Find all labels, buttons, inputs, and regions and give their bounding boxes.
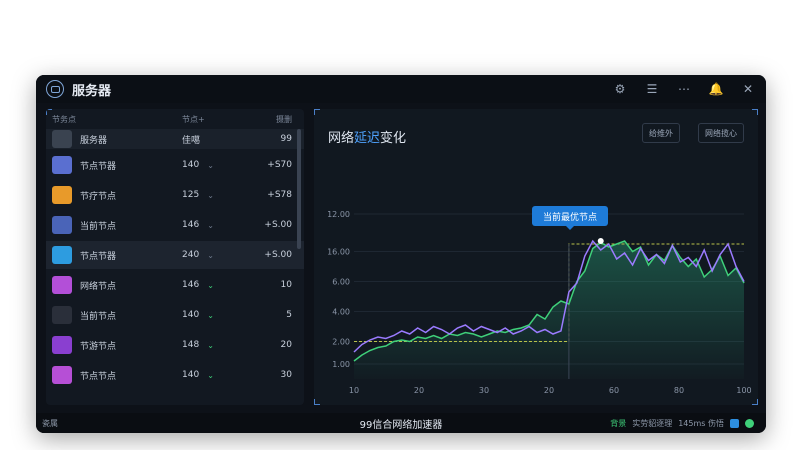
node-count: 140 — [182, 310, 200, 320]
bell-icon[interactable]: 🔔 — [706, 79, 726, 99]
more-icon[interactable]: ⋯ — [674, 79, 694, 99]
delay-value: +S78 — [267, 190, 292, 200]
coin-icon — [52, 186, 72, 204]
status-bar: 瓷属 99信合网络加速器 背景 实劳貂逐理 145ms 伤悟 — [36, 413, 766, 433]
server-name: 节疗节点 — [80, 191, 117, 202]
y-tick-label: 4.00 — [332, 308, 350, 317]
delay-value: 5 — [286, 310, 292, 320]
server-row[interactable]: 当前节点 140 ⌄ 5 — [46, 301, 304, 329]
status-blue-icon[interactable] — [730, 418, 739, 428]
y-tick-label: 1.00 — [332, 360, 350, 369]
server-name: 服务器 — [80, 135, 108, 146]
latency-chart-panel: 网络延迟变化 给维外 网络揽心 1.00 2.00 4.00 6.00 16.00 12.… — [314, 109, 758, 405]
status-connection: 背景 — [610, 418, 627, 428]
x-tick-label: 30 — [479, 386, 489, 395]
node-count: 125 — [182, 190, 200, 200]
latency-chart: 1.00 2.00 4.00 6.00 16.00 12.00 10 20 30 20 60 80 10… — [327, 210, 752, 395]
server-name: 节点节器 — [80, 161, 117, 172]
x-tick-label: 20 — [544, 386, 554, 395]
node-count: 146 — [182, 220, 200, 230]
chevron-down-icon[interactable]: ⌄ — [207, 371, 214, 380]
chevron-down-icon[interactable]: ⌄ — [207, 161, 214, 170]
node-count: 140 — [182, 370, 200, 380]
server-name: 当前节点 — [80, 221, 117, 232]
delay-value: 99 — [280, 134, 292, 144]
monitor-icon — [52, 246, 72, 264]
y-tick-label: 6.00 — [332, 278, 350, 287]
server-row[interactable]: 节疗节点 125 ⌄ +S78 — [46, 181, 304, 209]
best-node-tooltip: 当前最优节点 — [532, 206, 608, 230]
server-list-header: 节务点 节点+ 摄删 — [52, 114, 292, 124]
server-row[interactable]: 网络节点 146 ⌄ 10 — [46, 271, 304, 299]
delay-value: 10 — [280, 280, 292, 290]
pen-icon — [52, 366, 72, 384]
delay-value: +S70 — [267, 160, 292, 170]
node-count: 140 — [182, 160, 200, 170]
server-icon — [52, 156, 72, 174]
server-name: 节点节器 — [80, 251, 117, 262]
server-list-panel: 节务点 节点+ 摄删 服务器 佳噶 99 节点节器 140 ⌄ +S70 节疗节点 125 ⌄ +S… — [46, 109, 304, 405]
y-tick-label: 16.00 — [327, 248, 350, 257]
chevron-down-icon[interactable]: ⌄ — [207, 191, 214, 200]
chevron-down-icon[interactable]: ⌄ — [207, 341, 214, 350]
server-name: 网络节点 — [80, 281, 117, 292]
app-window: 服务器 ⚙ ☰ ⋯ 🔔 ✕ 节务点 节点+ 摄删 服务器 佳噶 99 节点节器 140 ⌄… — [36, 75, 766, 433]
status-green-icon[interactable] — [745, 418, 754, 428]
list-scrollbar[interactable] — [297, 129, 301, 249]
title-bar: 服务器 ⚙ ☰ ⋯ 🔔 ✕ — [36, 75, 766, 103]
server-row[interactable]: 节点节器 240 ⌄ +S.00 — [46, 241, 304, 269]
latency-area — [354, 241, 744, 379]
delay-value: 30 — [280, 370, 292, 380]
delay-value: +S.00 — [264, 250, 292, 260]
server-row[interactable]: 当前节点 146 ⌄ +S.00 — [46, 211, 304, 239]
settings-icon[interactable]: ⚙ — [610, 79, 630, 99]
delay-value: +S.00 — [264, 220, 292, 230]
delay-value: 20 — [280, 340, 292, 350]
bed-icon — [52, 216, 72, 234]
server-name: 节游节点 — [80, 341, 117, 352]
best-node-point — [597, 238, 604, 244]
x-tick-label: 10 — [349, 386, 359, 395]
app-logo-icon — [46, 80, 64, 98]
chevron-down-icon[interactable]: ⌄ — [207, 311, 214, 320]
x-tick-label: 80 — [674, 386, 684, 395]
node-count: 148 — [182, 340, 200, 350]
server-row[interactable]: 节游节点 148 ⌄ 20 — [46, 331, 304, 359]
chevron-down-icon[interactable]: ⌄ — [207, 281, 214, 290]
app-title: 服务器 — [72, 83, 112, 99]
list-icon[interactable]: ☰ — [642, 79, 662, 99]
server-row[interactable]: 服务器 佳噶 99 — [46, 129, 304, 149]
y-tick-label: 12.00 — [327, 210, 350, 219]
y-tick-label: 2.00 — [332, 338, 350, 347]
folder-icon — [52, 130, 72, 148]
node-count: 146 — [182, 280, 200, 290]
chevron-down-icon[interactable]: ⌄ — [207, 251, 214, 260]
node-count: 佳噶 — [182, 135, 201, 146]
x-tick-label: 100 — [736, 386, 751, 395]
server-row[interactable]: 节点节器 140 ⌄ +S70 — [46, 151, 304, 179]
x-tick-label: 60 — [609, 386, 619, 395]
chevron-down-icon[interactable]: ⌄ — [207, 221, 214, 230]
server-row[interactable]: 节点节点 140 ⌄ 30 — [46, 361, 304, 389]
x-tick-label: 20 — [414, 386, 424, 395]
node-count: 240 — [182, 250, 200, 260]
bag-icon — [52, 276, 72, 294]
colorful-icon — [52, 306, 72, 324]
server-name: 节点节点 — [80, 371, 117, 382]
server-name: 当前节点 — [80, 311, 117, 322]
swirl-icon — [52, 336, 72, 354]
close-icon[interactable]: ✕ — [738, 79, 758, 99]
